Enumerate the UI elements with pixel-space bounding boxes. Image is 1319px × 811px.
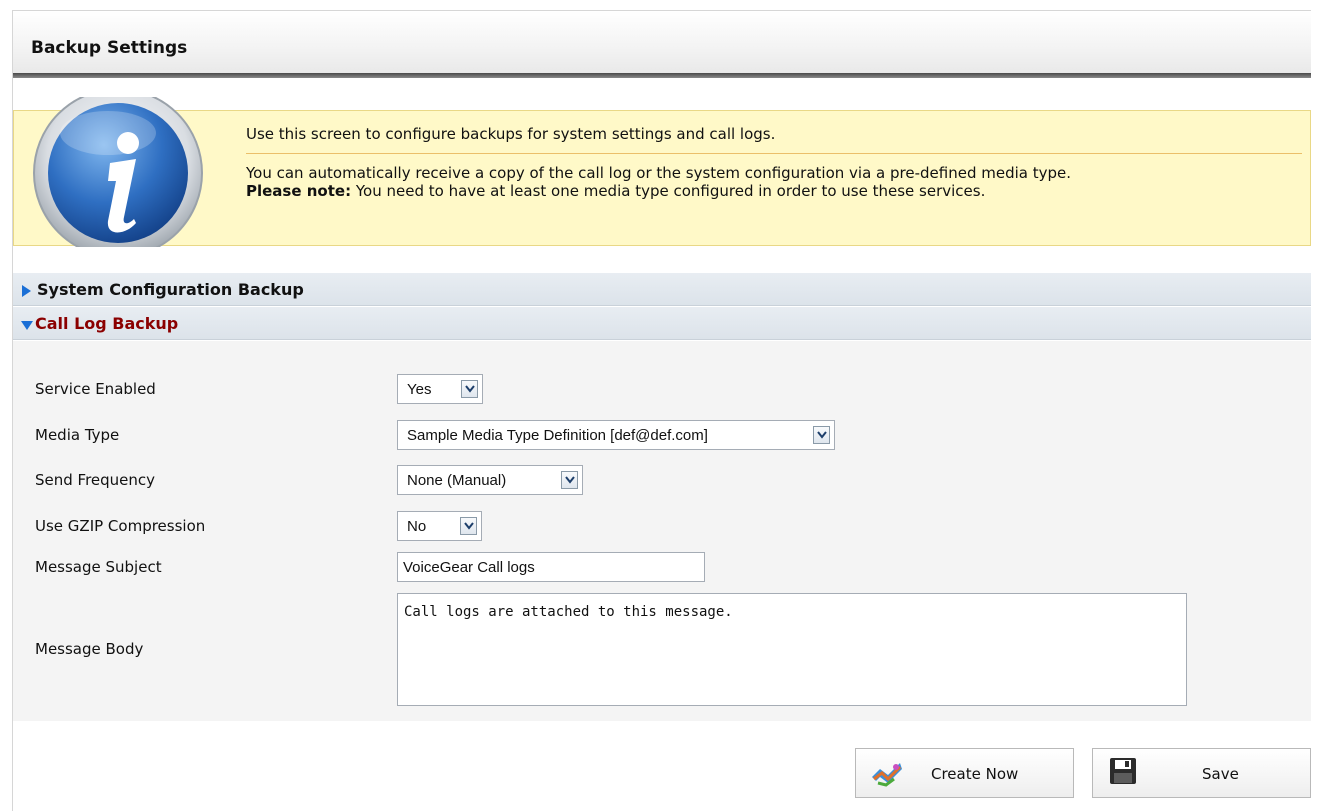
info-icon [32,97,214,247]
backup-settings-page: Backup Settings Use this screen to confi… [12,10,1311,811]
create-backup-icon [870,759,904,791]
send-frequency-label: Send Frequency [35,471,156,489]
create-now-button[interactable]: Create Now [855,748,1074,798]
select-value: Sample Media Type Definition [def@def.co… [407,427,708,444]
page-title: Backup Settings [31,38,188,58]
floppy-disk-icon [1109,757,1137,789]
input-value: VoiceGear Call logs [403,559,535,576]
collapse-arrow-icon [21,316,33,335]
info-panel: Use this screen to configure backups for… [13,97,1311,247]
section-label: System Configuration Backup [37,280,304,299]
dropdown-arrow-icon[interactable] [813,426,830,444]
dropdown-arrow-icon[interactable] [460,517,477,535]
call-log-backup-form: Service Enabled Yes Media Type Sample Me… [13,341,1311,721]
title-bar: Backup Settings [13,11,1311,73]
info-note: Please note: You need to have at least o… [246,182,1302,200]
send-frequency-select[interactable]: None (Manual) [397,465,583,495]
message-subject-label: Message Subject [35,558,162,576]
service-enabled-label: Service Enabled [35,380,156,398]
dropdown-arrow-icon[interactable] [561,471,578,489]
message-body-textarea[interactable]: Call logs are attached to this message. [397,593,1187,706]
gzip-compression-select[interactable]: No [397,511,482,541]
section-label: Call Log Backup [35,314,179,333]
info-description-text: You can automatically receive a copy of … [246,164,1071,182]
gzip-compression-label: Use GZIP Compression [35,517,206,535]
info-note-text: You need to have at least one media type… [351,182,986,200]
title-divider [13,73,1311,78]
message-body-label: Message Body [35,640,144,658]
media-type-select[interactable]: Sample Media Type Definition [def@def.co… [397,420,835,450]
media-type-label: Media Type [35,426,120,444]
service-enabled-select[interactable]: Yes [397,374,483,404]
info-text: Use this screen to configure backups for… [246,125,1302,200]
dropdown-arrow-icon[interactable] [461,380,478,398]
info-intro-text: Use this screen to configure backups for… [246,125,1302,154]
section-system-configuration-backup[interactable]: System Configuration Backup [13,273,1311,306]
expand-arrow-icon [21,282,32,301]
message-subject-input[interactable]: VoiceGear Call logs [397,552,705,582]
select-value: None (Manual) [407,472,507,489]
textarea-value: Call logs are attached to this message. [404,604,733,620]
save-button[interactable]: Save [1092,748,1311,798]
section-call-log-backup[interactable]: Call Log Backup [13,307,1311,340]
select-value: No [407,518,427,535]
save-label: Save [1202,765,1239,783]
select-value: Yes [407,381,432,398]
info-note-label: Please note: [246,182,352,200]
create-now-label: Create Now [931,765,1019,783]
